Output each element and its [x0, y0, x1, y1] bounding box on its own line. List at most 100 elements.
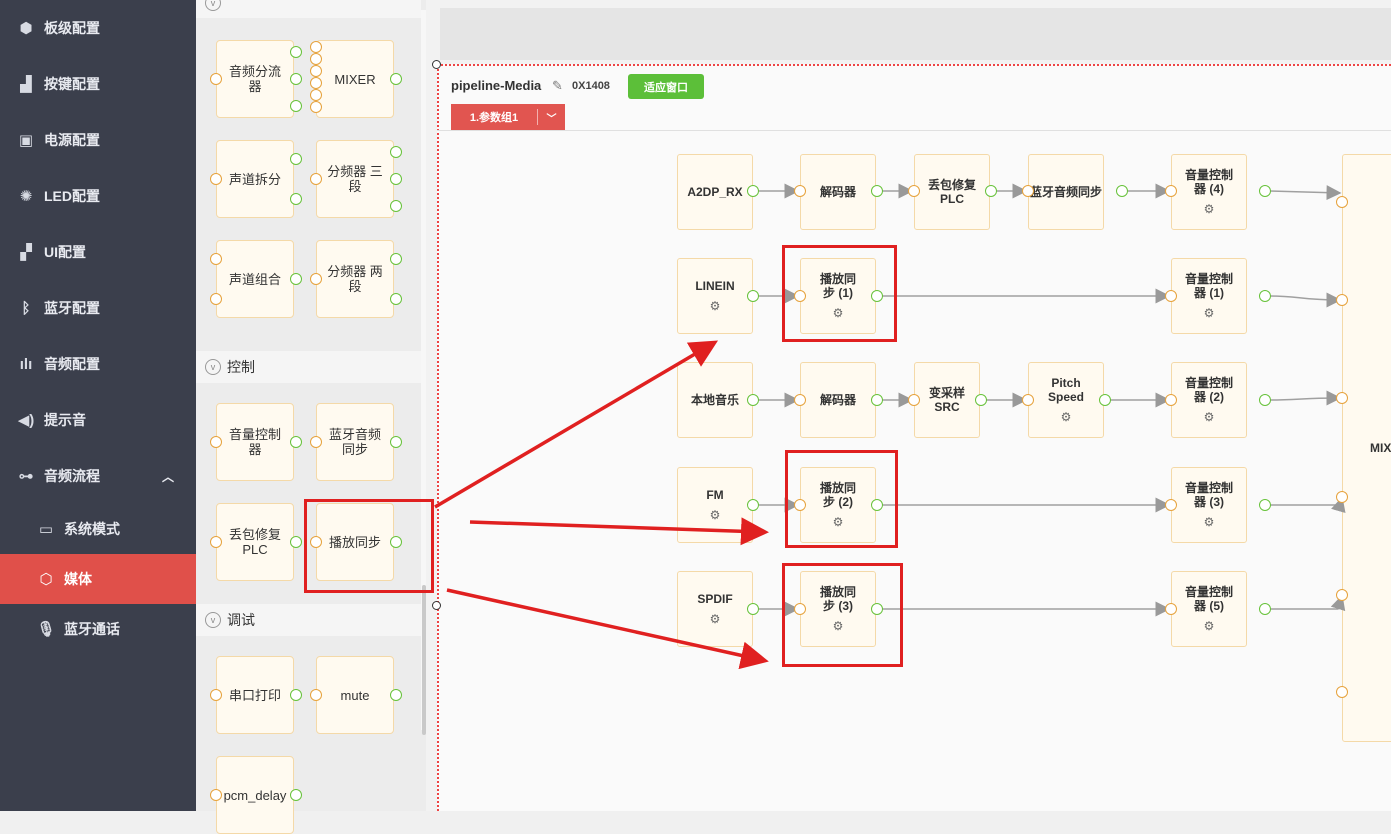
input-port[interactable] [210, 536, 222, 548]
gear-icon[interactable]: ⚙ [1204, 202, 1215, 216]
input-port[interactable] [310, 65, 322, 77]
output-port[interactable] [747, 394, 759, 406]
output-port[interactable] [290, 153, 302, 165]
output-port[interactable] [390, 253, 402, 265]
input-port[interactable] [210, 436, 222, 448]
sidebar-item-audio-flow[interactable]: ⊶ 音频流程 ︿ [0, 451, 196, 501]
input-port[interactable] [1336, 392, 1348, 404]
sidebar-item-bluetooth[interactable]: ᛒ 蓝牙配置 [0, 283, 196, 333]
input-port[interactable] [310, 689, 322, 701]
output-port[interactable] [390, 689, 402, 701]
palette-block-uart-print[interactable]: 串口打印 [216, 656, 294, 734]
palette-block-crossover3[interactable]: 分频器 三段 [316, 140, 394, 218]
sidebar-item-power[interactable]: ▣ 电源配置 [0, 115, 196, 165]
sidebar-item-board[interactable]: ⬢ 板级配置 [0, 3, 196, 53]
output-port[interactable] [1259, 603, 1271, 615]
edit-icon[interactable]: ✎ [552, 78, 563, 94]
gear-icon[interactable]: ⚙ [710, 299, 721, 313]
output-port[interactable] [975, 394, 987, 406]
gear-icon[interactable]: ⚙ [1061, 410, 1072, 424]
palette-block-mute[interactable]: mute [316, 656, 394, 734]
input-port[interactable] [794, 603, 806, 615]
input-port[interactable] [310, 173, 322, 185]
output-port[interactable] [871, 185, 883, 197]
output-port[interactable] [290, 46, 302, 58]
output-port[interactable] [871, 290, 883, 302]
sidebar-item-led[interactable]: ✺ LED配置 [0, 171, 196, 221]
input-port[interactable] [1165, 499, 1177, 511]
output-port[interactable] [290, 100, 302, 112]
output-port[interactable] [871, 603, 883, 615]
palette-block-plc[interactable]: 丢包修复PLC [216, 503, 294, 581]
output-port[interactable] [390, 536, 402, 548]
input-port[interactable] [210, 789, 222, 801]
output-port[interactable] [747, 499, 759, 511]
node-volume-2[interactable]: 音量控制器 (2) ⚙ [1171, 362, 1247, 438]
node-spdif[interactable]: SPDIF ⚙ [677, 571, 753, 647]
gear-icon[interactable]: ⚙ [710, 612, 721, 626]
input-port[interactable] [1336, 491, 1348, 503]
input-port[interactable] [310, 536, 322, 548]
output-port[interactable] [1259, 185, 1271, 197]
input-port[interactable] [1336, 686, 1348, 698]
input-port[interactable] [310, 273, 322, 285]
output-port[interactable] [290, 73, 302, 85]
output-port[interactable] [290, 536, 302, 548]
input-port[interactable] [310, 436, 322, 448]
input-port[interactable] [310, 41, 322, 53]
sidebar-item-ui[interactable]: ▞ UI配置 [0, 227, 196, 277]
palette-block-pcm-delay[interactable]: pcm_delay [216, 756, 294, 834]
input-port[interactable] [310, 53, 322, 65]
input-port[interactable] [310, 101, 322, 113]
output-port[interactable] [390, 173, 402, 185]
node-volume-5[interactable]: 音量控制器 (5) ⚙ [1171, 571, 1247, 647]
input-port[interactable] [210, 253, 222, 265]
input-port[interactable] [794, 290, 806, 302]
fit-window-button[interactable]: 适应窗口 [628, 74, 704, 99]
input-port[interactable] [210, 73, 222, 85]
node-volume-1[interactable]: 音量控制器 (1) ⚙ [1171, 258, 1247, 334]
node-decoder-1[interactable]: 解码器 [800, 154, 876, 230]
node-src[interactable]: 变采样 SRC [914, 362, 980, 438]
node-linein[interactable]: LINEIN ⚙ [677, 258, 753, 334]
output-port[interactable] [747, 290, 759, 302]
gear-icon[interactable]: ⚙ [1204, 306, 1215, 320]
input-port[interactable] [908, 394, 920, 406]
output-port[interactable] [747, 603, 759, 615]
resize-handle[interactable] [432, 60, 441, 69]
palette-block-channel-split[interactable]: 声道拆分 [216, 140, 294, 218]
input-port[interactable] [1165, 185, 1177, 197]
palette-block-bt-sync[interactable]: 蓝牙音频同步 [316, 403, 394, 481]
input-port[interactable] [908, 185, 920, 197]
output-port[interactable] [390, 73, 402, 85]
output-port[interactable] [1099, 394, 1111, 406]
output-port[interactable] [1259, 394, 1271, 406]
node-bt-audio-sync[interactable]: 蓝牙音频同步 [1028, 154, 1104, 230]
output-port[interactable] [1259, 290, 1271, 302]
node-volume-4[interactable]: 音量控制器 (4) ⚙ [1171, 154, 1247, 230]
gear-icon[interactable]: ⚙ [1204, 619, 1215, 633]
output-port[interactable] [1259, 499, 1271, 511]
output-port[interactable] [390, 146, 402, 158]
output-port[interactable] [871, 394, 883, 406]
sidebar-item-audio[interactable]: ılı 音频配置 [0, 339, 196, 389]
sidebar-item-keys[interactable]: ▟ 按键配置 [0, 59, 196, 109]
input-port[interactable] [1336, 196, 1348, 208]
node-volume-3[interactable]: 音量控制器 (3) ⚙ [1171, 467, 1247, 543]
input-port[interactable] [1165, 603, 1177, 615]
node-plc[interactable]: 丢包修复PLC [914, 154, 990, 230]
node-decoder-2[interactable]: 解码器 [800, 362, 876, 438]
palette-block-crossover2[interactable]: 分频器 两段 [316, 240, 394, 318]
output-port[interactable] [871, 499, 883, 511]
sidebar-subitem-system-mode[interactable]: ▭ 系统模式 [0, 504, 196, 554]
output-port[interactable] [290, 193, 302, 205]
sidebar-item-prompt[interactable]: ◀) 提示音 [0, 395, 196, 445]
palette-block-mixer[interactable]: MIXER [316, 40, 394, 118]
output-port[interactable] [290, 273, 302, 285]
input-port[interactable] [1022, 394, 1034, 406]
param-group-select[interactable]: 1.参数组1 ﹀ [451, 104, 565, 130]
output-port[interactable] [747, 185, 759, 197]
output-port[interactable] [985, 185, 997, 197]
output-port[interactable] [290, 789, 302, 801]
input-port[interactable] [1336, 589, 1348, 601]
